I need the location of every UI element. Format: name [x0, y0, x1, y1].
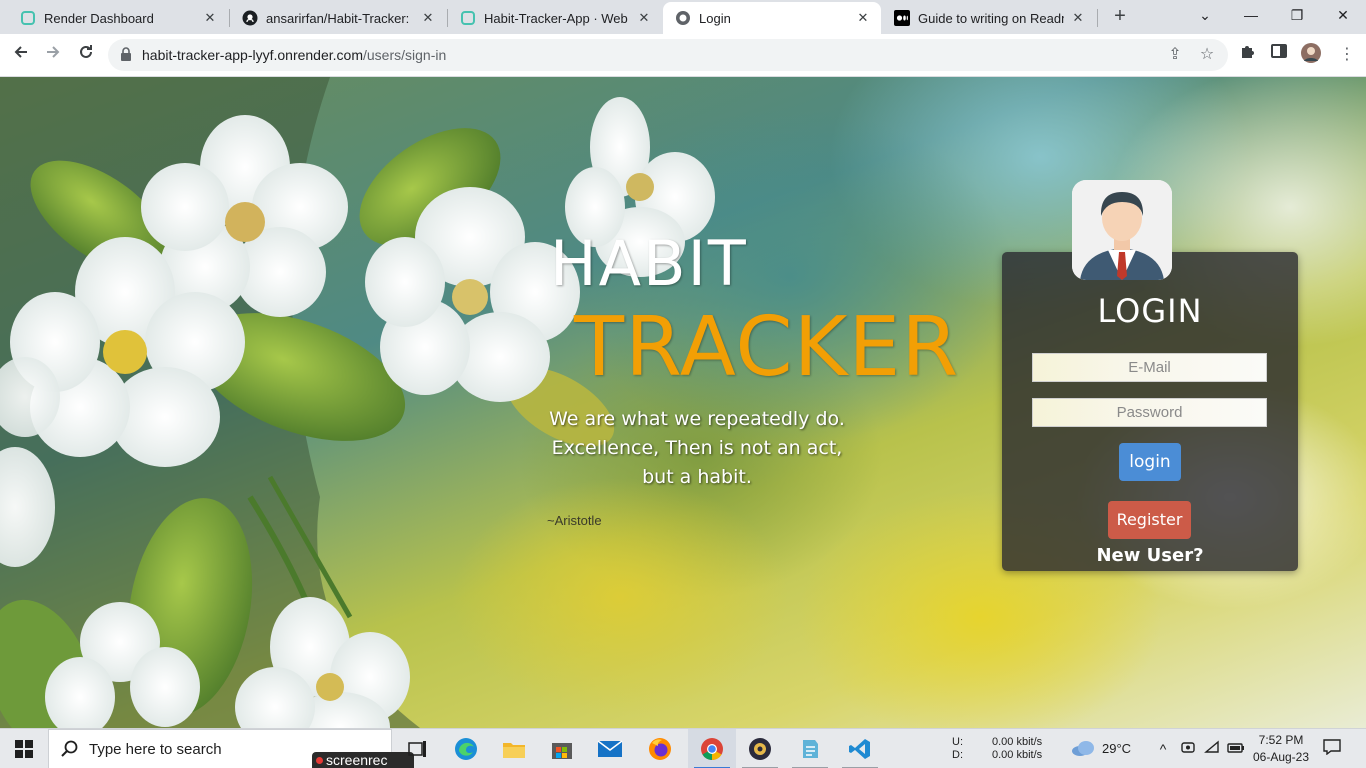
wifi-icon[interactable]: [1202, 739, 1222, 759]
mail-icon[interactable]: [586, 729, 634, 768]
tab-separator: [1097, 9, 1098, 27]
net-upload-speed: 0.00 kbit/s: [992, 736, 1043, 748]
brand-title-habit: HABIT: [550, 227, 748, 300]
browser-toolbar: habit-tracker-app-lyyf.onrender.com/user…: [0, 34, 1366, 77]
tab-search-button[interactable]: ⌄: [1182, 0, 1228, 32]
close-icon[interactable]: ✕: [1070, 10, 1086, 26]
lock-icon: [120, 47, 134, 63]
windows-logo-icon: [15, 740, 33, 758]
tab-title: Habit-Tracker-App · Web Ser: [484, 10, 630, 26]
net-upload-label: U:: [952, 736, 963, 748]
url-text[interactable]: habit-tracker-app-lyyf.onrender.com/user…: [142, 47, 446, 63]
side-panel-icon[interactable]: [1267, 42, 1291, 68]
url-domain: habit-tracker-app-lyyf.onrender.com: [142, 47, 363, 63]
edge-browser-icon[interactable]: [442, 729, 490, 768]
tab-github-habit-tracker[interactable]: ansarirfan/Habit-Tracker: Info ✕: [230, 2, 446, 34]
media-app-icon[interactable]: [736, 729, 784, 768]
profile-avatar-icon[interactable]: [1299, 42, 1323, 68]
reload-button[interactable]: [73, 42, 99, 68]
login-card: LOGIN login Register New User?: [1002, 252, 1298, 571]
microsoft-store-icon[interactable]: [538, 729, 586, 768]
quote-line: but a habit.: [642, 466, 752, 488]
close-icon[interactable]: ✕: [202, 10, 218, 26]
password-field[interactable]: [1032, 398, 1267, 427]
tab-render-dashboard[interactable]: Render Dashboard ✕: [8, 2, 228, 34]
new-user-label: New User?: [1096, 545, 1204, 566]
brand-title-tracker: TRACKER: [574, 300, 960, 395]
new-tab-button[interactable]: +: [1108, 5, 1132, 29]
minimize-button[interactable]: —: [1228, 0, 1274, 32]
notepad-icon[interactable]: [786, 729, 834, 768]
reload-icon: [80, 45, 92, 58]
clock-time[interactable]: 7:52 PM: [1258, 733, 1304, 747]
task-view-icon[interactable]: [394, 729, 442, 768]
restore-button[interactable]: ❐: [1274, 0, 1320, 32]
net-download-speed: 0.00 kbit/s: [992, 749, 1043, 761]
clock-date[interactable]: 06-Aug-23: [1250, 750, 1312, 764]
forward-arrow-icon: [47, 46, 60, 58]
notification-icon[interactable]: [1322, 739, 1342, 759]
tab-habit-tracker-app[interactable]: Habit-Tracker-App · Web Ser ✕: [448, 2, 662, 34]
user-avatar-icon: [1072, 180, 1172, 280]
search-icon: [61, 740, 79, 763]
net-download-label: D:: [952, 749, 963, 761]
cloud-weather-icon[interactable]: [1068, 739, 1098, 759]
tab-title: Login: [699, 10, 731, 26]
extensions-puzzle-icon[interactable]: [1235, 42, 1259, 68]
quote-author: ~Aristotle: [547, 513, 602, 528]
chrome-icon[interactable]: [688, 729, 736, 768]
motivational-quote: We are what we repeatedly do. Excellence…: [540, 405, 854, 492]
forward-button[interactable]: [40, 42, 66, 68]
chevron-up-icon[interactable]: ^: [1153, 739, 1173, 759]
chrome-menu-icon[interactable]: ⋮: [1335, 42, 1359, 68]
tab-readme-guide[interactable]: Guide to writing on Readme ✕: [882, 2, 1096, 34]
close-icon[interactable]: ✕: [420, 10, 436, 26]
search-placeholder: Type here to search: [89, 741, 222, 758]
page-viewport: HABIT TRACKER We are what we repeatedly …: [0, 77, 1366, 728]
back-arrow-icon: [14, 46, 27, 58]
address-bar[interactable]: habit-tracker-app-lyyf.onrender.com/user…: [108, 39, 1228, 71]
browser-tab-strip: Render Dashboard ✕ ansarirfan/Habit-Trac…: [0, 0, 1366, 34]
weather-temperature[interactable]: 29°C: [1102, 741, 1131, 756]
github-icon: [242, 10, 258, 26]
medium-icon: [894, 10, 910, 26]
vscode-icon[interactable]: [836, 729, 884, 768]
email-field[interactable]: [1032, 353, 1267, 382]
file-explorer-icon[interactable]: [490, 729, 538, 768]
tab-title: Render Dashboard: [44, 10, 154, 26]
tab-title: Guide to writing on Readme: [918, 10, 1064, 26]
tab-login[interactable]: Login ✕: [663, 2, 881, 34]
tab-title: ansarirfan/Habit-Tracker: Info: [266, 10, 414, 26]
quote-line: Excellence, Then is not an act,: [551, 437, 843, 459]
back-button[interactable]: [8, 42, 34, 68]
window-close-button[interactable]: ✕: [1320, 0, 1366, 32]
url-path: /users/sign-in: [363, 47, 447, 63]
close-icon[interactable]: ✕: [636, 10, 652, 26]
login-button[interactable]: login: [1119, 443, 1181, 481]
quote-line: We are what we repeatedly do.: [549, 408, 845, 430]
render-icon: [20, 10, 36, 26]
share-icon[interactable]: ⇪: [1163, 42, 1187, 68]
windows-start-button[interactable]: [0, 729, 48, 768]
render-icon: [460, 10, 476, 26]
bookmark-star-icon[interactable]: ☆: [1195, 42, 1219, 68]
login-title: LOGIN: [1097, 292, 1203, 330]
windows-taskbar: Type here to search screenrec U: D: 0.00…: [0, 728, 1366, 768]
register-button[interactable]: Register: [1108, 501, 1191, 539]
close-icon[interactable]: ✕: [855, 10, 871, 26]
globe-icon: [675, 10, 691, 26]
battery-icon[interactable]: [1226, 739, 1246, 759]
firefox-icon[interactable]: [636, 729, 684, 768]
camera-icon[interactable]: [1178, 739, 1198, 759]
